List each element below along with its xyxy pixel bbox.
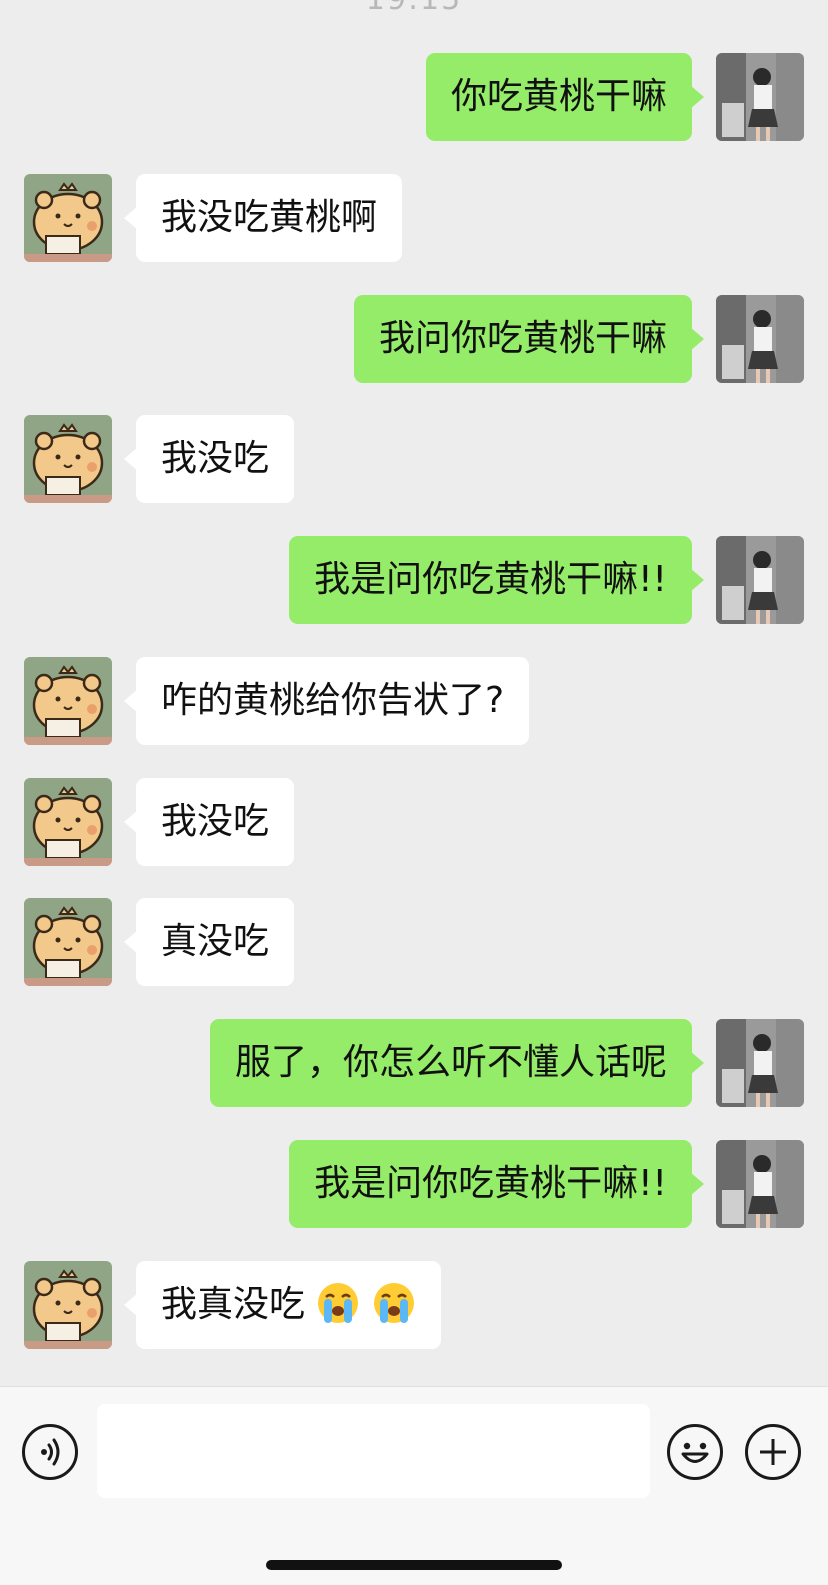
home-indicator[interactable] [266, 1560, 562, 1570]
message-row-incoming: 真没吃 [0, 898, 828, 988]
message-row-incoming: 咋的黄桃给你告状了? [0, 657, 828, 747]
avatar-contact[interactable] [24, 415, 112, 503]
voice-input-button[interactable] [22, 1424, 78, 1480]
message-bubble[interactable]: 我是问你吃黄桃干嘛!! [289, 536, 704, 624]
avatar-contact[interactable] [24, 778, 112, 866]
avatar-contact[interactable] [24, 657, 112, 745]
avatar-self[interactable] [716, 295, 804, 383]
emoji-button[interactable] [667, 1424, 723, 1480]
avatar-self[interactable] [716, 1140, 804, 1228]
loudly-crying-face-icon [318, 1283, 359, 1323]
voice-icon [41, 1438, 60, 1466]
message-bubble[interactable]: 我真没吃 [124, 1261, 441, 1349]
message-bubble[interactable]: 我没吃黄桃啊 [123, 174, 403, 262]
chat-message-list[interactable]: 你吃黄桃干嘛 我没吃黄桃啊 我问你吃黄桃干嘛 我没吃 我是问你吃黄桃干嘛!! 咋… [0, 0, 828, 1386]
message-row-incoming: 我没吃黄桃啊 [0, 174, 828, 264]
message-row-incoming: 我真没吃 [0, 1261, 828, 1351]
message-bubble[interactable]: 咋的黄桃给你告状了? [123, 657, 530, 745]
more-button[interactable] [745, 1424, 801, 1480]
message-bubble[interactable]: 你吃黄桃干嘛 [425, 53, 705, 141]
input-bar [0, 1386, 828, 1585]
message-bubble[interactable]: 我没吃 [123, 778, 295, 866]
avatar-contact[interactable] [24, 1261, 112, 1349]
message-bubble[interactable]: 我问你吃黄桃干嘛 [353, 295, 705, 383]
message-row-outgoing: 我是问你吃黄桃干嘛!! [0, 536, 828, 626]
message-bubble[interactable]: 服了，你怎么听不懂人话呢 [209, 1019, 705, 1107]
smiley-icon [681, 1442, 709, 1463]
message-row-outgoing: 我问你吃黄桃干嘛 [0, 295, 828, 385]
message-input[interactable] [97, 1404, 650, 1498]
message-bubble[interactable]: 我是问你吃黄桃干嘛!! [289, 1140, 704, 1228]
message-row-outgoing: 我是问你吃黄桃干嘛!! [0, 1140, 828, 1230]
message-row-outgoing: 服了，你怎么听不懂人话呢 [0, 1019, 828, 1109]
avatar-contact[interactable] [24, 174, 112, 262]
message-bubble[interactable]: 我没吃 [123, 415, 295, 503]
message-bubble[interactable]: 真没吃 [123, 898, 295, 986]
avatar-self[interactable] [716, 1019, 804, 1107]
loudly-crying-face-icon [373, 1283, 414, 1323]
avatar-self[interactable] [716, 536, 804, 624]
plus-icon [760, 1439, 786, 1465]
message-row-incoming: 我没吃 [0, 778, 828, 868]
avatar-self[interactable] [716, 53, 804, 141]
message-text: 我真没吃 [161, 1284, 306, 1325]
message-row-incoming: 我没吃 [0, 415, 828, 505]
message-row-outgoing: 你吃黄桃干嘛 [0, 53, 828, 143]
avatar-contact[interactable] [24, 898, 112, 986]
